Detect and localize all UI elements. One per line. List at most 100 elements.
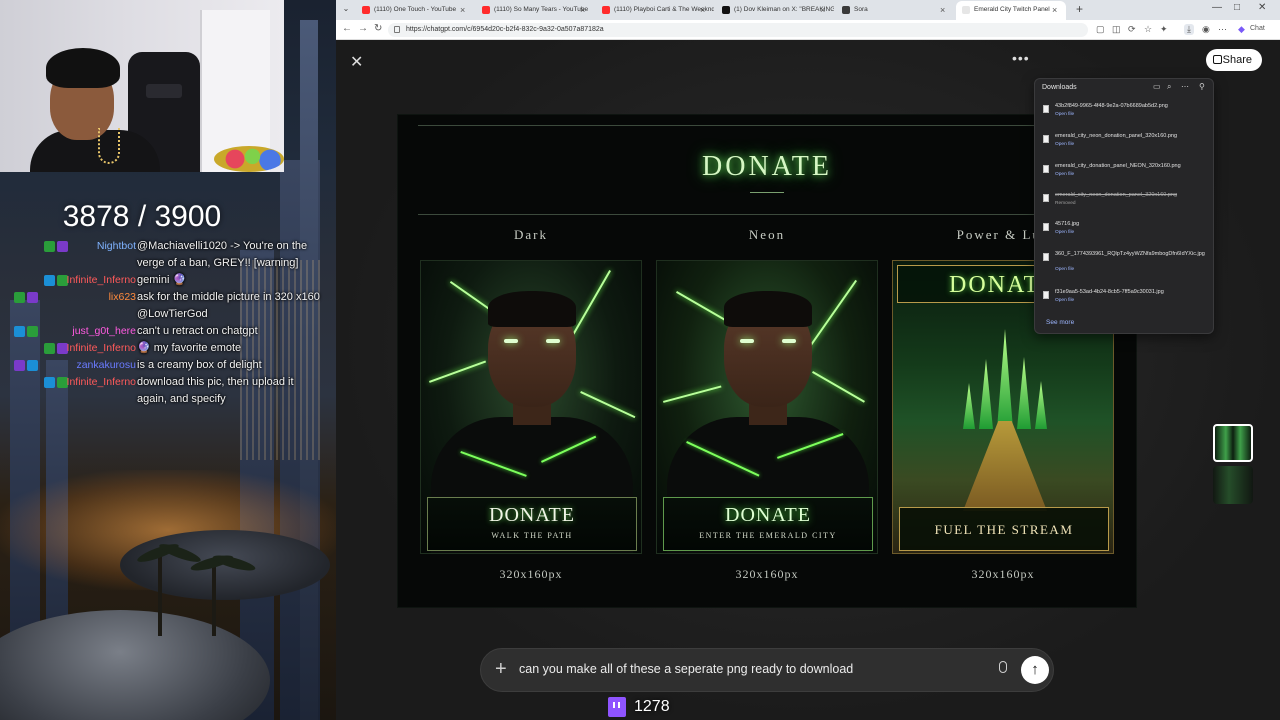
tab-favicon-icon xyxy=(602,6,610,14)
close-tab-icon[interactable]: × xyxy=(460,1,465,19)
sub-goal-counter: 3878 / 3900 xyxy=(62,200,222,233)
download-item[interactable]: 43b2f849-9965-4f48-9e2a-07b6689ab5d2.png… xyxy=(1041,103,1209,129)
lightning-bolt xyxy=(663,385,722,403)
download-status: Removed xyxy=(1055,201,1076,206)
add-attachment-icon[interactable]: + xyxy=(495,658,507,681)
close-window-icon[interactable]: ✕ xyxy=(1258,2,1266,13)
chat-message: Nightbot @Machiavelli1020 -> You're on th… xyxy=(14,238,332,255)
close-viewer-icon[interactable]: ✕ xyxy=(350,52,363,72)
close-tab-icon[interactable]: × xyxy=(580,1,585,19)
tab-favicon-icon xyxy=(962,6,970,14)
donate-plate: DONATE WALK THE PATH xyxy=(427,497,637,551)
donate-panel-dark: DONATE WALK THE PATH xyxy=(420,260,642,554)
chat-username[interactable]: Infinite_Inferno xyxy=(67,374,136,391)
page-icon[interactable]: ▢ xyxy=(1096,24,1105,35)
file-icon xyxy=(1043,223,1049,231)
url-text: https://chatgpt.com/c/6954d20c-b2f4-832c… xyxy=(406,26,604,33)
download-filename: emerald_city_donation_panel_NEON_320x160… xyxy=(1055,163,1181,169)
forward-icon[interactable]: → xyxy=(358,23,368,34)
open-file-link[interactable]: Open file xyxy=(1055,172,1074,177)
prompt-input[interactable]: can you make all of these a seperate png… xyxy=(519,662,853,676)
plate-subtitle: WALK THE PATH xyxy=(491,531,573,540)
chat-username[interactable]: Nightbot xyxy=(97,238,136,255)
search-icon[interactable]: ⌕ xyxy=(1167,82,1171,92)
share-button[interactable]: Share xyxy=(1206,49,1262,71)
open-file-link[interactable]: Open file xyxy=(1055,142,1074,147)
close-tab-icon[interactable]: × xyxy=(940,1,945,19)
chat-message: Infinite_Inferno gemini 🔮 xyxy=(14,272,332,289)
browser-tab[interactable]: (1) Dov Kleiman on X: "BREAKING × xyxy=(716,1,834,20)
open-file-link[interactable]: Open file xyxy=(1055,112,1074,117)
download-icon[interactable]: ⤓ xyxy=(1184,24,1194,35)
tab-favicon-icon xyxy=(842,6,850,14)
chat-message: Infinite_Inferno 🔮 my favorite emote xyxy=(14,340,332,357)
browser-tab[interactable]: (1110) Playboi Carti & The Weeknd × xyxy=(596,1,714,20)
open-file-link[interactable]: Open file xyxy=(1055,267,1074,272)
chat-username[interactable]: just_g0t_here xyxy=(72,323,136,340)
generated-image[interactable]: DONATE Dark Neon Power & Lux DONATE WALK… xyxy=(398,115,1136,607)
send-button[interactable]: ↑ xyxy=(1021,656,1049,684)
glowing-eye xyxy=(504,339,518,343)
chain-necklace xyxy=(98,128,120,164)
open-file-link[interactable]: Open file xyxy=(1055,298,1074,303)
minimize-icon[interactable]: — xyxy=(1212,2,1222,13)
size-label: 320x160px xyxy=(735,567,799,581)
menu-icon[interactable]: ⋯ xyxy=(1218,24,1227,35)
chat-username[interactable]: Infinite_Inferno xyxy=(67,272,136,289)
chat-badges xyxy=(14,326,38,337)
close-tab-icon[interactable]: × xyxy=(820,1,825,19)
maximize-icon[interactable]: □ xyxy=(1234,2,1240,13)
address-bar[interactable]: https://chatgpt.com/c/6954d20c-b2f4-832c… xyxy=(388,23,1088,37)
column-label-neon: Neon xyxy=(748,227,786,242)
browser-tab[interactable]: Emerald City Twitch Panel × xyxy=(956,1,1066,20)
profile-icon[interactable]: ◉ xyxy=(1202,24,1210,35)
image-thumbnail[interactable] xyxy=(1213,466,1253,504)
prompt-box[interactable]: + can you make all of these a seperate p… xyxy=(480,648,1054,692)
download-item[interactable]: 360_F_1774393961_RQlpTz4yyWZNfa9mbogDfn6… xyxy=(1041,251,1209,277)
close-tab-icon[interactable]: × xyxy=(1052,1,1057,19)
chat-message: zankakurosu is a creamy box of delight xyxy=(14,357,332,374)
reload-icon[interactable]: ↻ xyxy=(374,23,382,34)
palm-tree xyxy=(158,556,162,636)
chat-username[interactable]: zankakurosu xyxy=(76,357,136,374)
badge-icon xyxy=(14,326,25,337)
close-tab-icon[interactable]: × xyxy=(700,1,705,19)
new-tab-button[interactable]: + xyxy=(1076,2,1083,16)
download-item[interactable]: f31e9aa5-53ad-4b24-8cb5-7ff5a9c30031.jpg… xyxy=(1041,289,1209,315)
download-filename: 45716.jpg xyxy=(1055,221,1080,227)
back-icon[interactable]: ← xyxy=(342,23,352,34)
glowing-eye xyxy=(782,339,796,343)
chat-badges xyxy=(14,292,38,303)
open-file-link[interactable]: Open file xyxy=(1055,230,1074,235)
size-label: 320x160px xyxy=(971,567,1035,581)
copilot-icon[interactable]: ◆ xyxy=(1238,24,1245,35)
download-item[interactable]: emerald_city_neon_donation_panel_320x160… xyxy=(1041,133,1209,159)
badge-icon xyxy=(44,377,55,388)
chat-label[interactable]: Chat xyxy=(1250,25,1265,32)
glowing-eye xyxy=(740,339,754,343)
browser-tab[interactable]: (1110) One Touch - YouTube × xyxy=(356,1,474,20)
extension-icon[interactable]: ◫ xyxy=(1112,24,1121,35)
see-more-link[interactable]: See more xyxy=(1046,319,1074,326)
puzzle-icon[interactable]: ✦ xyxy=(1160,24,1168,35)
tab-title: (1110) Playboi Carti & The Weeknd xyxy=(614,6,714,13)
refresh-extension-icon[interactable]: ⟳ xyxy=(1128,24,1136,35)
download-item[interactable]: emerald_city_neon_donation_panel_320x160… xyxy=(1041,192,1209,218)
folder-icon[interactable]: ▭ xyxy=(1153,82,1161,91)
microphone-icon[interactable] xyxy=(999,661,1007,673)
download-item[interactable]: emerald_city_donation_panel_NEON_320x160… xyxy=(1041,163,1209,189)
tab-search-icon[interactable]: ⌄ xyxy=(340,3,352,15)
more-icon[interactable]: ⋯ xyxy=(1181,82,1189,91)
image-thumbnail[interactable] xyxy=(1213,424,1253,462)
more-options-icon[interactable]: ••• xyxy=(1012,50,1030,66)
download-item[interactable]: 45716.jpg Open file xyxy=(1041,221,1209,247)
browser-tab[interactable]: Sora × xyxy=(836,1,954,20)
pin-icon[interactable]: ⚲ xyxy=(1199,82,1205,91)
chat-username[interactable]: lix623 xyxy=(109,289,136,306)
bookmark-star-icon[interactable]: ☆ xyxy=(1144,24,1152,35)
browser-tab[interactable]: (1110) So Many Tears - YouTube × xyxy=(476,1,594,20)
tab-title: (1110) One Touch - YouTube xyxy=(374,6,457,13)
downloads-title: Downloads xyxy=(1042,84,1077,91)
chat-username[interactable]: Infinite_Inferno xyxy=(67,340,136,357)
lightning-bolt xyxy=(429,360,487,383)
